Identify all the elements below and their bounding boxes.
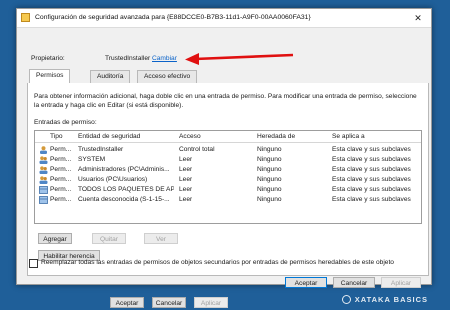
row-applies: Esta clave y sus subclaves [332, 176, 411, 183]
row-principal: Administradores (PC\Adminis... [78, 166, 170, 173]
permission-entries-list[interactable]: Tipo Entidad de seguridad Acceso Heredad… [34, 130, 422, 224]
permissions-panel: Para obtener información adicional, haga… [27, 83, 429, 276]
column-access[interactable]: Acceso [179, 133, 201, 140]
row-inherited: Ninguno [257, 156, 282, 163]
owner-label: Propietario: [31, 55, 65, 62]
row-principal: SYSTEM [78, 156, 106, 163]
table-row[interactable]: Perm... Cuenta desconocida (S-1-15-... L… [35, 195, 421, 205]
replace-child-permissions-checkbox[interactable] [29, 259, 38, 268]
advanced-security-dialog: Configuración de seguridad avanzada para… [16, 8, 432, 285]
table-row[interactable]: Perm... Usuarios (PC\Usuarios) Leer Ning… [35, 175, 421, 185]
row-principal: Usuarios (PC\Usuarios) [78, 176, 148, 183]
column-inherited-from[interactable]: Heredada de [257, 133, 295, 140]
entries-label: Entradas de permiso: [34, 119, 97, 126]
group-icon [39, 176, 48, 184]
background-apply-button[interactable]: Aplicar [194, 297, 228, 308]
watermark-text: XATAKA BASICS [354, 295, 428, 304]
table-row[interactable]: Perm... TrustedInstaller Control total N… [35, 145, 421, 155]
row-access: Control total [179, 146, 215, 153]
tab-auditing[interactable]: Auditoría [90, 70, 131, 83]
row-access: Leer [179, 196, 193, 203]
owner-value: TrustedInstaller [105, 55, 151, 62]
view-button[interactable]: Ver [144, 233, 178, 244]
row-type: Perm... [50, 186, 72, 193]
apply-button[interactable]: Aplicar [381, 277, 421, 288]
tab-effective-access[interactable]: Acceso efectivo [137, 70, 198, 83]
info-text: Para obtener información adicional, haga… [34, 93, 417, 109]
window-title: Configuración de seguridad avanzada para… [35, 14, 311, 21]
background-cancel-button[interactable]: Cancelar [152, 297, 186, 308]
package-icon [39, 196, 48, 204]
row-inherited: Ninguno [257, 196, 282, 203]
row-applies: Esta clave y sus subclaves [332, 166, 411, 173]
row-access: Leer [179, 156, 193, 163]
group-icon [39, 156, 48, 164]
row-applies: Esta clave y sus subclaves [332, 156, 411, 163]
row-inherited: Ninguno [257, 176, 282, 183]
row-principal: Cuenta desconocida (S-1-15-... [78, 196, 170, 203]
table-row[interactable]: Perm... SYSTEM Leer Ninguno Esta clave y… [35, 155, 421, 165]
column-applies-to[interactable]: Se aplica a [332, 133, 365, 140]
background-ok-button[interactable]: Aceptar [110, 297, 144, 308]
column-type[interactable]: Tipo [50, 133, 63, 140]
cancel-button[interactable]: Cancelar [333, 277, 375, 288]
row-principal: TrustedInstaller [78, 146, 124, 153]
xataka-logo-icon [341, 295, 351, 304]
red-arrow-annotation [185, 53, 294, 65]
row-type: Perm... [50, 166, 72, 173]
column-principal[interactable]: Entidad de seguridad [78, 133, 140, 140]
row-applies: Esta clave y sus subclaves [332, 196, 411, 203]
list-header: Tipo Entidad de seguridad Acceso Heredad… [35, 131, 421, 143]
tab-permissions[interactable]: Permisos [29, 69, 71, 84]
add-button[interactable]: Agregar [38, 233, 72, 244]
remove-button[interactable]: Quitar [92, 233, 126, 244]
user-icon [40, 146, 47, 154]
row-applies: Esta clave y sus subclaves [332, 146, 411, 153]
row-type: Perm... [50, 146, 72, 153]
row-type: Perm... [50, 196, 72, 203]
row-access: Leer [179, 186, 193, 193]
row-principal: TODOS LOS PAQUETES DE AP... [78, 186, 174, 193]
change-owner-link[interactable]: Cambiar [152, 55, 177, 62]
row-applies: Esta clave y sus subclaves [332, 186, 411, 193]
row-inherited: Ninguno [257, 166, 282, 173]
ok-button[interactable]: Aceptar [285, 277, 327, 288]
package-icon [39, 186, 48, 194]
close-button[interactable]: ✕ [405, 9, 431, 27]
watermark: XATAKA BASICS [341, 295, 428, 304]
replace-child-permissions-label: Reemplazar todas las entradas de permiso… [41, 259, 394, 266]
group-icon [39, 166, 48, 174]
lock-folder-icon [21, 13, 30, 22]
title-bar[interactable]: Configuración de seguridad avanzada para… [17, 9, 431, 28]
row-access: Leer [179, 176, 193, 183]
tab-strip: Permisos Auditoría Acceso efectivo [27, 69, 427, 84]
row-type: Perm... [50, 176, 72, 183]
row-access: Leer [179, 166, 193, 173]
row-type: Perm... [50, 156, 72, 163]
table-row[interactable]: Perm... TODOS LOS PAQUETES DE AP... Leer… [35, 185, 421, 195]
table-row[interactable]: Perm... Administradores (PC\Adminis... L… [35, 165, 421, 175]
row-inherited: Ninguno [257, 146, 282, 153]
row-inherited: Ninguno [257, 186, 282, 193]
